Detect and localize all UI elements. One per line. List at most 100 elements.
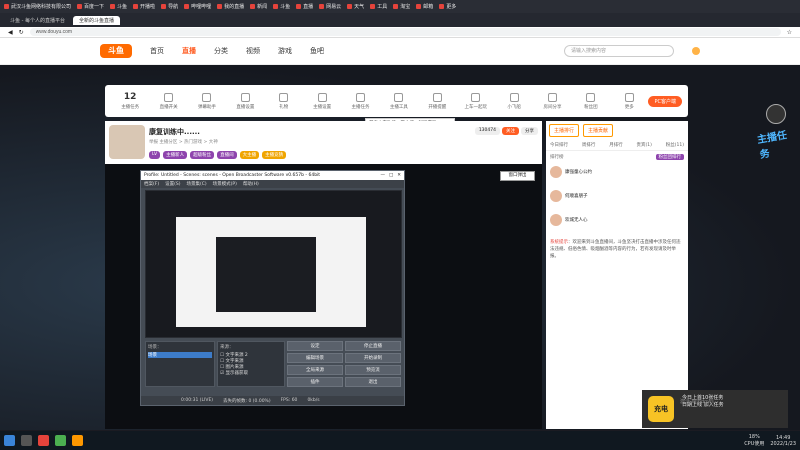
nav-live[interactable]: 直播 <box>182 46 196 56</box>
source-item[interactable]: ☑ 显示器获取 <box>220 370 282 376</box>
room-tags: LV 主播新人 超级粉丝 直播间 大主播 主播竞猜 <box>149 151 287 159</box>
bookmark-item[interactable]: 网易云 <box>319 3 341 10</box>
stop-stream-button[interactable]: 停止直播 <box>345 341 401 351</box>
side-badge[interactable]: 主播任务 <box>756 125 797 161</box>
bookmark-icon <box>250 4 256 9</box>
toolbar-item[interactable]: 直播设置 <box>226 92 264 110</box>
start-record-button[interactable]: 开始录制 <box>345 353 401 363</box>
back-icon[interactable]: ◀ <box>8 29 13 36</box>
system-tray: 18% CPU使用 14:49 2022/1/23 <box>744 434 796 447</box>
obs-menu-item[interactable]: 档案(F) <box>144 181 159 187</box>
bookmark-icon <box>319 4 325 9</box>
bookmark-item[interactable]: 邮箱 <box>416 3 433 10</box>
scene-item[interactable]: 场景 <box>148 352 212 358</box>
obs-menu-item[interactable]: 设置(S) <box>165 181 180 187</box>
toolbar-item[interactable]: 主播工具 <box>380 92 418 110</box>
bookmark-item[interactable]: 斗鱼 <box>110 3 127 10</box>
notification-toast[interactable]: 充电 今日上首10张任务 日期上线 加入任务 <box>642 390 788 428</box>
nav-category[interactable]: 分类 <box>214 46 228 56</box>
bookmark-item[interactable]: 工具 <box>370 3 387 10</box>
bookmark-item[interactable]: 更多 <box>439 3 456 10</box>
system-message: 系统提示：欢迎来到斗鱼直播间，斗鱼坚决打击直播中涉及任何违法违规、低俗色情、吸烟… <box>550 240 681 259</box>
plugins-button[interactable]: 插件 <box>287 377 343 387</box>
chat-subtab[interactable]: 月排行 <box>609 142 623 148</box>
rank-header: 排行榜 <box>550 155 564 160</box>
bookmark-item[interactable]: 武汉斗鱼网络科技有限公司 <box>4 3 71 10</box>
obs-buttons-right: 停止直播 开始录制 预览流 退出 <box>345 341 401 387</box>
day-counter: 12 主播任务 <box>121 92 140 110</box>
side-circle-icon[interactable] <box>766 104 786 124</box>
toolbar-item[interactable]: 礼物 <box>265 92 303 110</box>
url-input[interactable] <box>29 28 781 36</box>
tab-contrib[interactable]: 主播贡献 <box>583 124 614 137</box>
nav-game[interactable]: 游戏 <box>278 46 292 56</box>
refresh-icon[interactable]: ↻ <box>19 29 24 36</box>
chat-subtab[interactable]: 贵宾(1) <box>637 142 652 148</box>
bookmark-item[interactable]: 斗鱼 <box>273 3 290 10</box>
toolbar-item[interactable]: 房间分享 <box>533 92 571 110</box>
bookmark-item[interactable]: 我的直播 <box>217 3 244 10</box>
close-icon[interactable]: ✕ <box>397 173 401 178</box>
app-icon[interactable] <box>55 435 66 446</box>
edit-scene-button[interactable]: 编辑场景 <box>287 353 343 363</box>
preview-stream-button[interactable]: 预览流 <box>345 365 401 375</box>
popout-button[interactable]: 窗口弹出 <box>500 171 535 181</box>
minimize-icon[interactable]: — <box>380 173 385 178</box>
bookmark-icon <box>439 4 445 9</box>
toolbar-item[interactable]: 小飞船 <box>495 92 533 110</box>
fans-label[interactable]: 粉丝团排行 <box>655 154 684 160</box>
bookmark-item[interactable]: 开播啦 <box>133 3 155 10</box>
bookmark-item[interactable]: 直播 <box>296 3 313 10</box>
chat-subtab[interactable]: 今日排行 <box>550 142 568 148</box>
toolbar-item[interactable]: 开播提醒 <box>418 92 456 110</box>
bookmark-item[interactable]: 导航 <box>161 3 178 10</box>
toolbar-item[interactable]: 弹幕助手 <box>188 92 226 110</box>
streamer-avatar[interactable] <box>109 125 145 159</box>
bookmark-item[interactable]: 天气 <box>347 3 364 10</box>
bookmark-item[interactable]: 百度一下 <box>77 3 104 10</box>
follow-button[interactable]: 关注 <box>502 127 519 135</box>
bookmark-item[interactable]: 哔哩哔哩 <box>184 3 211 10</box>
chat-subtabs: 今日排行 周排行 月排行 贵宾(1) 粉丝(11) <box>546 140 688 151</box>
toolbar-icon <box>471 92 481 102</box>
toolbar-icon <box>164 92 174 102</box>
rank-row[interactable]: 康强童心公约 <box>550 160 684 184</box>
toolbar-item[interactable]: 主播任务 <box>341 92 379 110</box>
tab-rank[interactable]: 主播排行 <box>549 124 580 137</box>
share-button[interactable]: 分享 <box>521 127 538 135</box>
nav-yuba[interactable]: 鱼吧 <box>310 46 324 56</box>
star-icon[interactable]: ☆ <box>787 29 792 36</box>
global-sources-button[interactable]: 全局来源 <box>287 365 343 375</box>
nav-video[interactable]: 视频 <box>246 46 260 56</box>
search-icon[interactable] <box>21 435 32 446</box>
browser-tab[interactable]: 斗鱼 - 每个人的直播平台 <box>4 16 71 25</box>
maximize-icon[interactable]: □ <box>389 173 393 178</box>
bookmark-icon <box>110 4 116 9</box>
rank-row[interactable]: 何顺喜朋子 <box>550 184 684 208</box>
bookmark-item[interactable]: 新闻 <box>250 3 267 10</box>
toolbar-item[interactable]: 主播设置 <box>303 92 341 110</box>
room-tag: 主播竞猜 <box>262 151 287 159</box>
obs-menu-item[interactable]: 场景模式(P) <box>213 181 237 187</box>
chat-subtab[interactable]: 粉丝(11) <box>666 142 684 148</box>
obs-menu-item[interactable]: 帮助(H) <box>243 181 259 187</box>
browser-tab[interactable]: 全新的斗鱼直播 <box>72 15 120 25</box>
app-icon[interactable] <box>72 435 83 446</box>
nav-home[interactable]: 首页 <box>150 46 164 56</box>
settings-button[interactable]: 设定 <box>287 341 343 351</box>
search-input[interactable]: 请输入搜索内容 <box>564 45 674 57</box>
toolbar-item[interactable]: 粉丝团 <box>572 92 610 110</box>
chat-subtab[interactable]: 周排行 <box>582 142 596 148</box>
obs-menu-item[interactable]: 场景集(C) <box>186 181 206 187</box>
pc-client-button[interactable]: PC客户端 <box>648 95 682 107</box>
start-icon[interactable] <box>4 435 15 446</box>
douyu-logo[interactable]: 斗鱼 <box>100 44 132 58</box>
toolbar-item[interactable]: 上车一起玩 <box>457 92 495 110</box>
toolbar-item[interactable]: 更多 <box>610 92 648 110</box>
avatar[interactable] <box>692 47 700 55</box>
app-icon[interactable] <box>38 435 49 446</box>
rank-row[interactable]: 欢城无人心 <box>550 208 684 232</box>
toolbar-item[interactable]: 直播开关 <box>149 92 187 110</box>
exit-button[interactable]: 退出 <box>345 377 401 387</box>
bookmark-item[interactable]: 淘宝 <box>393 3 410 10</box>
